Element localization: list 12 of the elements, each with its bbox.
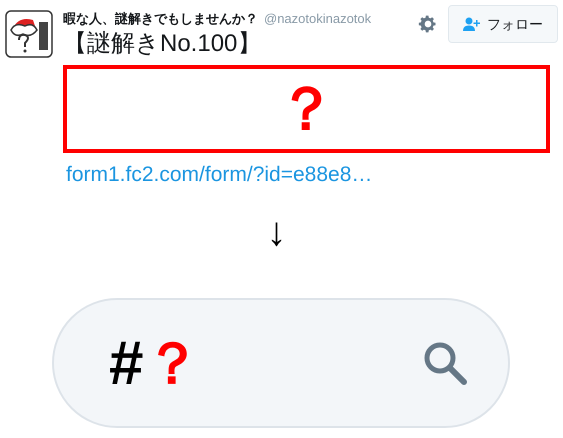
tweet-title: 【謎解きNo.100】 (63, 28, 262, 58)
question-mark: ？ (143, 330, 202, 398)
answer-box: ？ (63, 64, 550, 152)
hash-symbol: # (109, 328, 144, 400)
down-arrow: ↓ (266, 209, 286, 256)
add-user-icon (463, 17, 481, 31)
settings-icon[interactable] (418, 14, 438, 34)
follow-button[interactable]: フォロー (448, 5, 558, 43)
search-icon[interactable] (422, 340, 468, 386)
search-bar[interactable]: #？ (52, 298, 510, 428)
avatar-icon (5, 10, 53, 58)
display-name[interactable]: 暇な人、謎解きでもしませんか？ (63, 9, 258, 28)
